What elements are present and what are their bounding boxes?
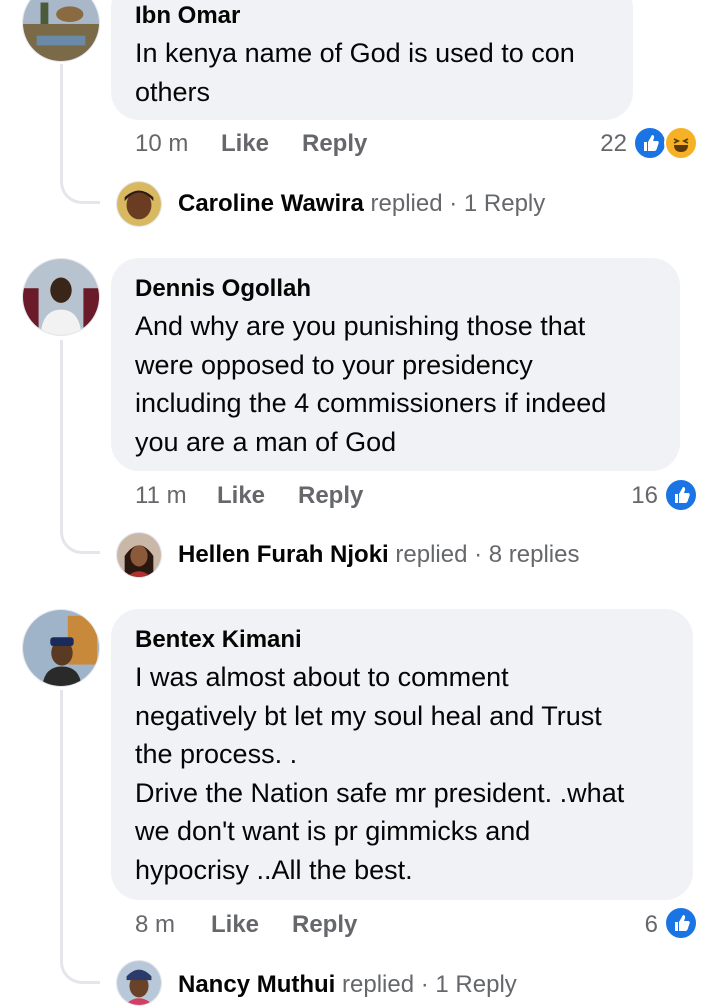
reply-author[interactable]: Nancy Muthui: [178, 971, 335, 998]
comment-actions: 10 m Like Reply: [135, 130, 435, 160]
comment-text-line: Drive the Nation safe mr president. .wha…: [135, 777, 625, 808]
comment-text-line: the process. .: [135, 739, 298, 769]
avatar-image-icon: [23, 610, 99, 686]
reply-count[interactable]: 8 replies: [489, 541, 580, 568]
separator-dot: ·: [449, 190, 458, 217]
like-icon[interactable]: [633, 126, 667, 160]
like-icon[interactable]: [664, 906, 698, 940]
comment-author[interactable]: Bentex Kimani: [135, 626, 302, 654]
comment-text-line: In kenya name of God is used to con: [135, 38, 575, 68]
thread-connector: [60, 526, 100, 554]
avatar[interactable]: [22, 0, 100, 62]
comment-text-line: were opposed to your presidency: [135, 349, 533, 380]
comment-bubble: Bentex Kimani I was almost about to comm…: [111, 609, 693, 900]
comment-text-line: others: [135, 76, 211, 107]
reply-button[interactable]: Reply: [292, 911, 357, 939]
comment-text-line: negatively bt let my soul heal and Trust: [135, 700, 602, 731]
separator-dot: ·: [420, 971, 429, 998]
avatar[interactable]: [22, 609, 100, 687]
like-icon[interactable]: [664, 478, 698, 512]
comment-author[interactable]: Ibn Omar: [135, 2, 240, 30]
separator-dot: ·: [474, 541, 483, 568]
comment-text-line: And why are you punishing those that: [135, 311, 586, 341]
comment-text-line: you are a man of God: [135, 426, 397, 457]
reply-count[interactable]: 1 Reply: [435, 971, 516, 998]
comment-time[interactable]: 8 m: [135, 911, 175, 939]
avatar[interactable]: [22, 258, 100, 336]
like-button[interactable]: Like: [211, 911, 259, 939]
reaction-count[interactable]: 6: [620, 911, 658, 939]
reaction-count[interactable]: 22: [575, 130, 627, 158]
comment-text-line: I was almost about to comment: [135, 662, 509, 692]
replied-label: replied: [370, 190, 443, 217]
reply-count[interactable]: 1 Reply: [464, 190, 545, 217]
comment-text: And why are you punishing those that were…: [135, 307, 606, 461]
thread-line: [60, 690, 63, 960]
comment-text: I was almost about to comment negatively …: [135, 658, 624, 889]
view-replies-link[interactable]: Nancy Muthui replied · 1 Reply: [178, 971, 517, 999]
avatar[interactable]: [116, 532, 162, 578]
thread-connector: [60, 176, 100, 204]
avatar-image-icon: [117, 533, 161, 577]
replied-label: replied: [395, 541, 468, 568]
thread-connector: [60, 956, 100, 984]
haha-icon[interactable]: [664, 126, 698, 160]
avatar-image-icon: [23, 259, 99, 335]
avatar-image-icon: [117, 182, 161, 226]
comment-bubble: Ibn Omar In kenya name of God is used to…: [111, 0, 633, 120]
comment-text-line: we don't want is pr gimmicks and: [135, 816, 531, 846]
comment-bubble: Dennis Ogollah And why are you punishing…: [111, 258, 680, 471]
reply-button[interactable]: Reply: [302, 130, 367, 158]
view-replies-link[interactable]: Caroline Wawira replied · 1 Reply: [178, 190, 545, 218]
thread-line: [60, 64, 63, 180]
reply-author[interactable]: Hellen Furah Njoki: [178, 541, 389, 568]
avatar[interactable]: [116, 181, 162, 227]
avatar[interactable]: [116, 960, 162, 1006]
avatar-image-icon: [23, 0, 99, 61]
replied-label: replied: [342, 971, 415, 998]
reply-button[interactable]: Reply: [298, 482, 363, 510]
like-button[interactable]: Like: [217, 482, 265, 510]
comment-time[interactable]: 10 m: [135, 130, 188, 158]
like-button[interactable]: Like: [221, 130, 269, 158]
comment-text-line: including the 4 commissioners if indeed: [135, 388, 607, 418]
reaction-count[interactable]: 16: [610, 482, 658, 510]
reply-author[interactable]: Caroline Wawira: [178, 190, 364, 217]
comment-text-line: hypocrisy ..All the best.: [135, 854, 413, 885]
comment-actions: 11 m Like Reply: [135, 482, 435, 512]
avatar-image-icon: [117, 961, 161, 1005]
comment-text: In kenya name of God is used to con other…: [135, 34, 575, 111]
view-replies-link[interactable]: Hellen Furah Njoki replied · 8 replies: [178, 541, 579, 569]
comment-author[interactable]: Dennis Ogollah: [135, 275, 311, 303]
thread-line: [60, 340, 63, 530]
comment-time[interactable]: 11 m: [135, 482, 187, 510]
comment-actions: 8 m Like Reply: [135, 911, 435, 941]
